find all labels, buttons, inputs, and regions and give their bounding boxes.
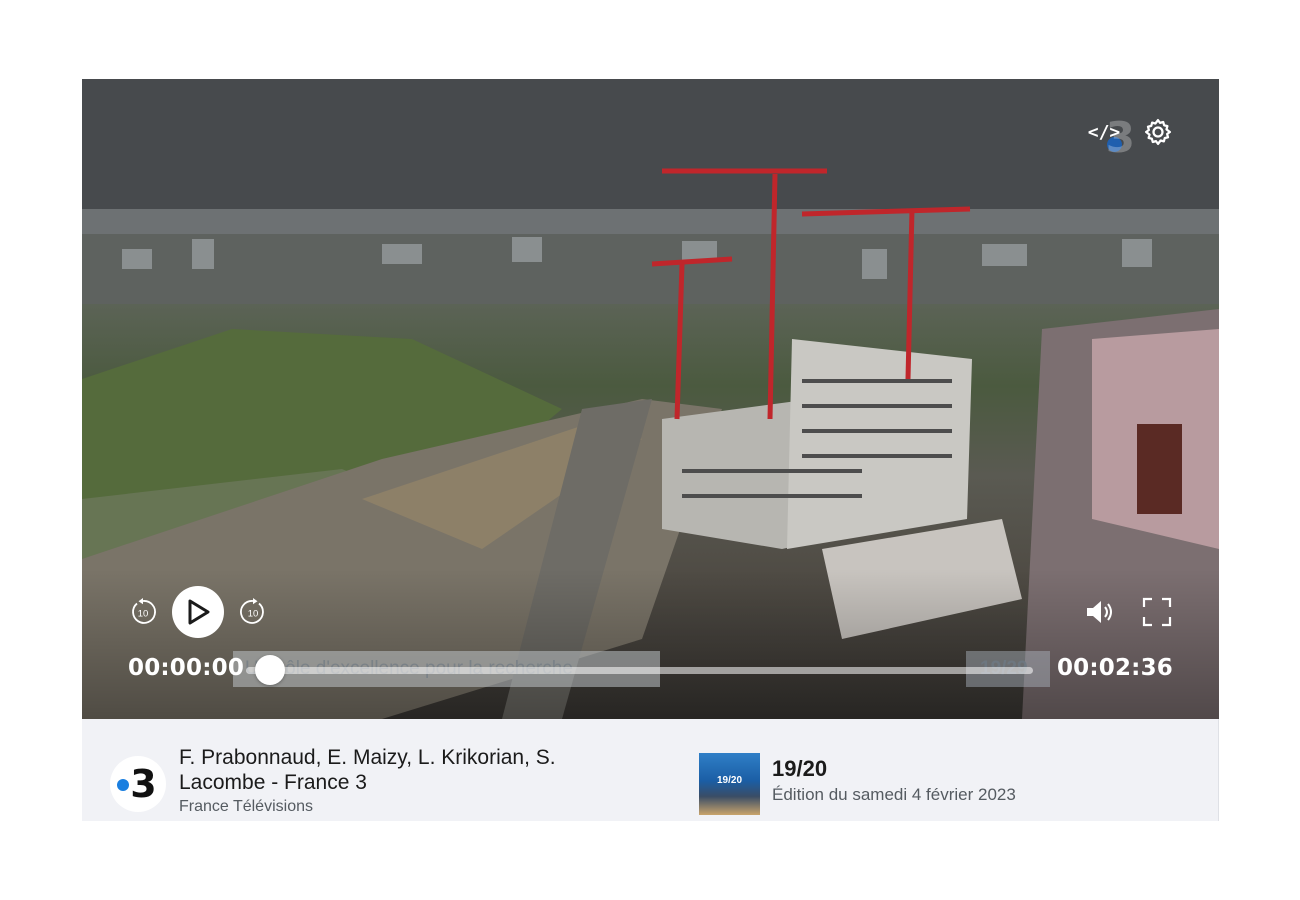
program-edition: Édition du samedi 4 février 2023 (772, 785, 1016, 804)
video-info-bar: 3 F. Prabonnaud, E. Maizy, L. Krikorian,… (82, 719, 1219, 821)
forward-label: 10 (248, 609, 259, 620)
embed-button[interactable]: 3 </> (1087, 113, 1135, 162)
fullscreen-icon[interactable] (1141, 596, 1173, 628)
code-icon: </> (1087, 121, 1121, 143)
play-button[interactable] (172, 586, 224, 638)
timeline: Un pôle d'excellence pour la recherche 1… (128, 651, 1173, 689)
channel-logo-number: 3 (130, 762, 156, 806)
gear-icon[interactable] (1143, 117, 1173, 147)
producer: France Télévisions (179, 798, 313, 815)
play-icon (188, 599, 210, 625)
progress-bar[interactable] (246, 667, 1033, 674)
top-controls: 3 </> (1087, 113, 1173, 162)
program-title[interactable]: 19/20 (772, 756, 827, 782)
channel-logo[interactable]: 3 (110, 756, 166, 812)
logo-dot (117, 779, 129, 791)
progress-handle[interactable] (255, 655, 285, 685)
rewind-label: 10 (138, 609, 149, 620)
view-controls (1083, 596, 1173, 628)
video-player[interactable]: 3 </> 10 10 00:00:00 00:02:36 (82, 79, 1219, 719)
playback-controls: 10 10 (128, 586, 268, 638)
rewind-10-icon[interactable]: 10 (128, 597, 158, 627)
duration: 00:02:36 (1056, 655, 1173, 681)
credits: F. Prabonnaud, E. Maizy, L. Krikorian, S… (179, 746, 556, 794)
volume-icon[interactable] (1083, 596, 1115, 628)
forward-10-icon[interactable]: 10 (238, 597, 268, 627)
program-thumbnail[interactable]: 19/20 (699, 753, 760, 815)
current-time: 00:00:00 (128, 655, 245, 681)
program-thumbnail-label: 19/20 (716, 775, 743, 786)
